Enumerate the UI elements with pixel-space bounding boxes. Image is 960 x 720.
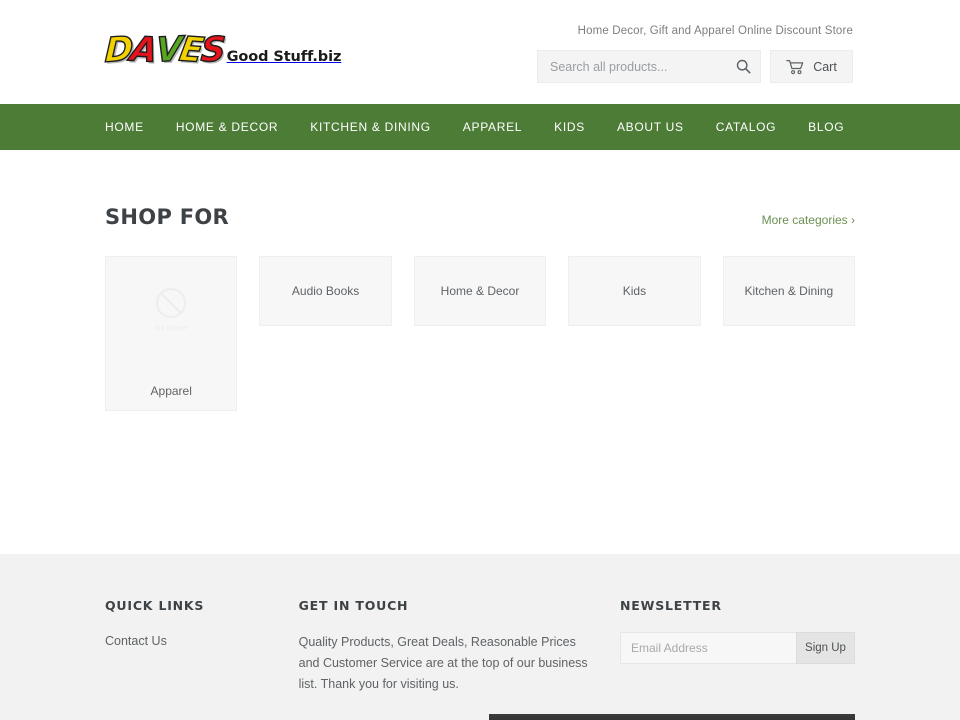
amazon-payments-banner[interactable]: amazonpayments Speed through Checkout a …: [489, 714, 855, 720]
category-label: Apparel: [150, 384, 192, 398]
category-card-home-decor[interactable]: Home & Decor: [413, 256, 547, 326]
category-label: Audio Books: [291, 284, 360, 298]
newsletter-form: Sign Up: [620, 632, 855, 664]
main-navigation: HOME HOME & DECOR KITCHEN & DINING APPAR…: [0, 104, 960, 150]
site-footer: QUICK LINKS Contact Us GET IN TOUCH Qual…: [0, 554, 960, 720]
category-label: Kitchen & Dining: [744, 284, 834, 298]
footer-about-text: Quality Products, Great Deals, Reasonabl…: [298, 635, 588, 691]
footer-heading-quick-links: QUICK LINKS: [105, 598, 205, 613]
logo-subtext: Good Stuff.biz: [226, 49, 342, 65]
header-actions: Cart: [537, 50, 853, 83]
category-card-kids[interactable]: Kids: [568, 256, 701, 326]
copyright-row: © 2017 davesgoodstuffbiz Powered by Shop…: [105, 714, 362, 720]
nav-item-blog[interactable]: BLOG: [808, 120, 844, 134]
footer-link-contact-us[interactable]: Contact Us: [105, 634, 167, 648]
newsletter-email-input[interactable]: [620, 632, 796, 664]
cart-button[interactable]: Cart: [770, 50, 853, 83]
cart-label: Cart: [813, 59, 837, 74]
search-icon: [736, 59, 750, 74]
more-categories-link[interactable]: More categories ›: [762, 213, 855, 227]
no-image-label: No image: [155, 324, 188, 332]
category-label: Home & Decor: [440, 284, 520, 298]
category-thumbnail-placeholder: No image: [106, 257, 236, 362]
site-header: DAVES Good Stuff.biz Home Decor, Gift an…: [0, 0, 960, 104]
footer-get-in-touch: GET IN TOUCH Quality Products, Great Dea…: [299, 598, 620, 695]
footer-bottom-bar: © 2017 davesgoodstuffbiz Powered by Shop…: [105, 714, 855, 720]
logo-letter-d: D: [104, 28, 133, 71]
newsletter-signup-button[interactable]: Sign Up: [796, 632, 855, 664]
search-submit-button[interactable]: [726, 51, 760, 82]
category-label: Kids: [622, 284, 647, 298]
footer-heading-get-in-touch: GET IN TOUCH: [298, 598, 409, 613]
shopping-cart-icon: [786, 59, 804, 74]
shop-for-header: SHOP FOR More categories ›: [105, 150, 855, 229]
category-grid: No image Apparel Audio Books Home & Deco…: [105, 256, 856, 411]
nav-item-home-decor[interactable]: HOME & DECOR: [176, 120, 278, 134]
nav-item-kitchen-dining[interactable]: KITCHEN & DINING: [310, 120, 431, 134]
search-input[interactable]: [550, 59, 726, 74]
logo-wordmark: DAVES: [103, 28, 226, 72]
main-content: SHOP FOR More categories › No image Appa…: [0, 150, 960, 554]
page-root: DAVES Good Stuff.biz Home Decor, Gift an…: [0, 0, 960, 720]
logo-letter-s: S: [199, 29, 226, 71]
site-logo[interactable]: DAVES Good Stuff.biz: [103, 28, 342, 72]
logo-letter-a: A: [127, 29, 159, 72]
page-title: SHOP FOR: [105, 205, 230, 229]
category-card-audio-books[interactable]: Audio Books: [259, 256, 392, 326]
search-box[interactable]: [537, 50, 761, 83]
nav-item-home[interactable]: HOME: [105, 120, 144, 134]
category-card-apparel[interactable]: No image Apparel: [105, 256, 238, 411]
site-tagline: Home Decor, Gift and Apparel Online Disc…: [577, 25, 853, 37]
footer-columns: QUICK LINKS Contact Us GET IN TOUCH Qual…: [105, 554, 855, 695]
nav-item-apparel[interactable]: APPAREL: [463, 120, 522, 134]
footer-newsletter: NEWSLETTER Sign Up: [620, 598, 855, 695]
category-card-kitchen-dining[interactable]: Kitchen & Dining: [722, 256, 856, 326]
nav-item-about-us[interactable]: ABOUT US: [617, 120, 684, 134]
nav-item-kids[interactable]: KIDS: [554, 120, 585, 134]
footer-heading-newsletter: NEWSLETTER: [620, 598, 722, 613]
footer-quick-links: QUICK LINKS Contact Us: [105, 598, 299, 695]
no-image-icon: [156, 287, 187, 318]
nav-item-catalog[interactable]: CATALOG: [716, 120, 776, 134]
